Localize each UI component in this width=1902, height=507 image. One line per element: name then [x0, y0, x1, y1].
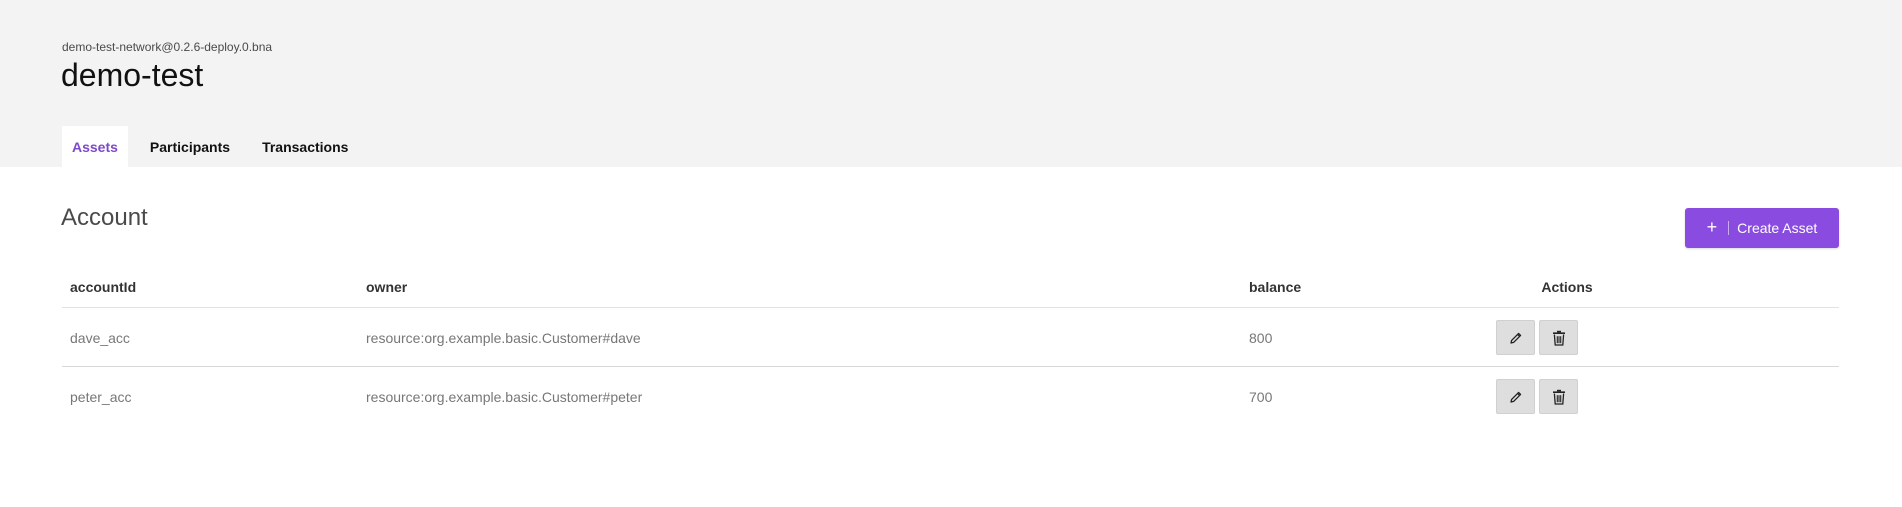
create-asset-label: Create Asset — [1737, 220, 1818, 236]
edit-button[interactable] — [1496, 379, 1535, 414]
cell-account-id: peter_acc — [70, 388, 132, 405]
column-header-accountid: accountId — [70, 279, 137, 295]
create-asset-button[interactable]: + Create Asset — [1685, 208, 1839, 248]
trash-icon — [1552, 330, 1565, 346]
cell-balance: 700 — [1249, 388, 1273, 405]
column-header-owner: owner — [366, 279, 408, 295]
row-actions — [1496, 367, 1578, 426]
cell-balance: 800 — [1249, 329, 1273, 346]
trash-icon — [1552, 389, 1565, 405]
cell-owner: resource:org.example.basic.Customer#dave — [366, 329, 641, 346]
cell-account-id: dave_acc — [70, 329, 130, 346]
column-header-actions: Actions — [1541, 279, 1593, 295]
table-header-row: accountId owner balance Actions — [62, 266, 1839, 308]
plus-icon: + — [1706, 217, 1718, 237]
app-header: demo-test-network@0.2.6-deploy.0.bna dem… — [0, 0, 1902, 167]
assets-table: accountId owner balance Actions dave_acc… — [62, 266, 1839, 426]
button-divider — [1728, 221, 1730, 235]
network-identifier: demo-test-network@0.2.6-deploy.0.bna — [62, 40, 273, 54]
column-header-balance: balance — [1249, 279, 1302, 295]
tab-participants[interactable]: Participants — [140, 126, 240, 167]
edit-button[interactable] — [1496, 320, 1535, 355]
row-actions — [1496, 308, 1578, 367]
cell-owner: resource:org.example.basic.Customer#pete… — [366, 388, 643, 405]
tab-transactions[interactable]: Transactions — [252, 126, 358, 167]
table-row: dave_acc resource:org.example.basic.Cust… — [62, 308, 1839, 367]
delete-button[interactable] — [1539, 379, 1578, 414]
tab-assets[interactable]: Assets — [62, 126, 128, 167]
table-row: peter_acc resource:org.example.basic.Cus… — [62, 367, 1839, 426]
section-title: Account — [61, 204, 148, 231]
pencil-icon — [1509, 391, 1521, 403]
delete-button[interactable] — [1539, 320, 1578, 355]
page-title: demo-test — [61, 57, 204, 93]
tab-bar: Assets Participants Transactions — [62, 126, 358, 167]
pencil-icon — [1509, 332, 1521, 344]
